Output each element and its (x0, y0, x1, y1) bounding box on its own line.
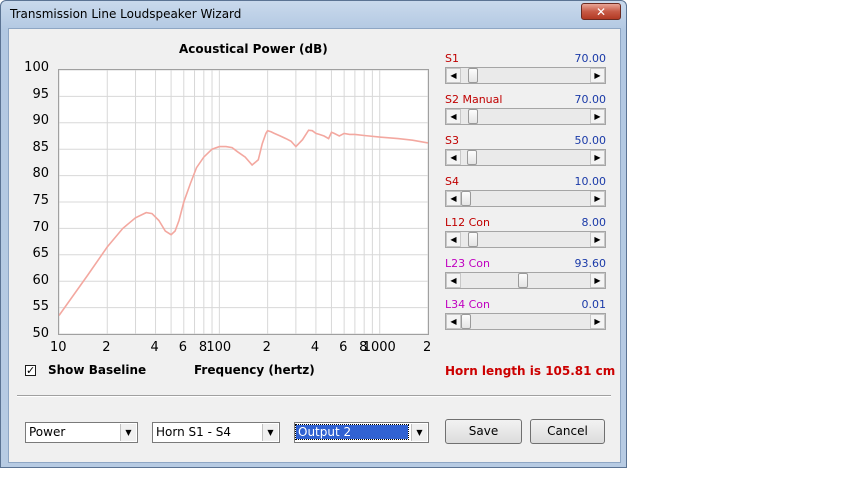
slider-thumb[interactable] (468, 109, 479, 124)
scroll-left-icon[interactable]: ◀ (446, 314, 461, 329)
dialog-client-area: Acoustical Power (dB) 100 95 90 85 80 75 70 65 6… (8, 28, 621, 463)
scroll-left-icon[interactable]: ◀ (446, 68, 461, 83)
slider-thumb[interactable] (468, 232, 479, 247)
slider-value: 70.00 (574, 52, 607, 65)
slider-track[interactable]: ◀ ▶ (445, 149, 606, 166)
y-tick-label: 65 (32, 246, 49, 262)
response-chart (59, 70, 428, 334)
output-dropdown[interactable]: Output 2 ▼ (294, 422, 429, 443)
save-button-label: Save (468, 424, 499, 438)
x-tick-label: 2 (423, 340, 432, 355)
x-tick-label: 6 (178, 340, 188, 355)
section-value: Horn S1 - S4 (156, 425, 231, 439)
x-tick-label: 1000 (362, 340, 396, 355)
slider-value: 8.00 (581, 216, 607, 229)
scroll-right-icon[interactable]: ▶ (590, 109, 605, 124)
close-button[interactable]: ✕ (581, 3, 621, 20)
x-tick-label: 100 (206, 340, 232, 355)
y-tick-label: 55 (32, 299, 49, 315)
plot-area (58, 69, 429, 335)
cancel-button-label: Cancel (547, 424, 588, 438)
scroll-right-icon[interactable]: ▶ (590, 232, 605, 247)
scroll-left-icon[interactable]: ◀ (446, 232, 461, 247)
close-icon: ✕ (595, 5, 607, 19)
slider-name: S1 (445, 52, 459, 65)
slider-thumb[interactable] (467, 150, 478, 165)
x-tick-label: 4 (310, 340, 320, 355)
y-tick-label: 70 (32, 219, 49, 235)
output-value: Output 2 (295, 424, 409, 440)
display-type-value: Power (29, 425, 66, 439)
slider-thumb[interactable] (468, 68, 479, 83)
cancel-button[interactable]: Cancel (530, 419, 605, 444)
x-tick-label: 6 (339, 340, 348, 355)
slider-name: L34 Con (445, 298, 491, 311)
x-tick-label: 2 (262, 340, 271, 355)
scroll-right-icon[interactable]: ▶ (590, 273, 605, 288)
slider-thumb[interactable] (517, 273, 528, 288)
wizard-window: Transmission Line Loudspeaker Wizard ✕ A… (0, 0, 627, 468)
y-tick-label: 60 (32, 272, 49, 288)
slider-value: 10.00 (574, 175, 607, 188)
display-type-dropdown[interactable]: Power ▼ (25, 422, 138, 443)
slider-thumb[interactable] (461, 191, 471, 206)
chevron-down-icon[interactable]: ▼ (411, 424, 427, 441)
title-bar[interactable]: Transmission Line Loudspeaker Wizard ✕ (1, 1, 626, 29)
show-baseline-label[interactable]: Show Baseline (48, 363, 146, 377)
show-baseline-checkbox[interactable]: ✓ (25, 365, 36, 376)
y-tick-label: 95 (32, 86, 49, 102)
slider-name: S2 Manual (445, 93, 503, 106)
chevron-down-icon[interactable]: ▼ (120, 424, 136, 441)
x-tick-label: 10 (50, 340, 67, 355)
x-tick-label: 2 (102, 340, 111, 355)
x-tick-label: 4 (150, 340, 159, 355)
scroll-left-icon[interactable]: ◀ (446, 109, 461, 124)
slider-name: S4 (445, 175, 459, 188)
window-title: Transmission Line Loudspeaker Wizard (10, 7, 242, 21)
y-tick-label: 100 (24, 60, 49, 75)
section-dropdown[interactable]: Horn S1 - S4 ▼ (152, 422, 280, 443)
chart-title: Acoustical Power (dB) (179, 42, 328, 56)
slider-track[interactable]: ◀ ▶ (445, 272, 606, 289)
y-tick-label: 80 (32, 166, 49, 182)
divider (17, 395, 611, 397)
scroll-left-icon[interactable]: ◀ (446, 150, 461, 165)
slider-track[interactable]: ◀ ▶ (445, 190, 606, 207)
scroll-left-icon[interactable]: ◀ (446, 273, 461, 288)
slider-track[interactable]: ◀ ▶ (445, 108, 606, 125)
slider-name: L12 Con (445, 216, 491, 229)
slider-track[interactable]: ◀ ▶ (445, 67, 606, 84)
slider-thumb[interactable] (461, 314, 471, 329)
chevron-down-icon[interactable]: ▼ (262, 424, 278, 441)
check-icon: ✓ (26, 364, 36, 377)
scroll-right-icon[interactable]: ▶ (590, 68, 605, 83)
slider-track[interactable]: ◀ ▶ (445, 231, 606, 248)
y-tick-label: 50 (32, 326, 49, 341)
scroll-right-icon[interactable]: ▶ (590, 191, 605, 206)
slider-value: 70.00 (574, 93, 607, 106)
slider-name: L23 Con (445, 257, 491, 270)
slider-track[interactable]: ◀ ▶ (445, 313, 606, 330)
y-tick-label: 90 (32, 113, 49, 129)
slider-value: 0.01 (581, 298, 607, 311)
slider-value: 50.00 (574, 134, 607, 147)
slider-name: S3 (445, 134, 459, 147)
scroll-left-icon[interactable]: ◀ (446, 191, 461, 206)
horn-length-text: Horn length is 105.81 cm (445, 364, 616, 378)
scroll-right-icon[interactable]: ▶ (590, 150, 605, 165)
save-button[interactable]: Save (445, 419, 522, 444)
x-axis-label: Frequency (hertz) (194, 363, 315, 377)
scroll-right-icon[interactable]: ▶ (590, 314, 605, 329)
y-tick-label: 85 (32, 139, 49, 155)
y-tick-label: 75 (32, 193, 49, 208)
slider-value: 93.60 (574, 257, 607, 270)
